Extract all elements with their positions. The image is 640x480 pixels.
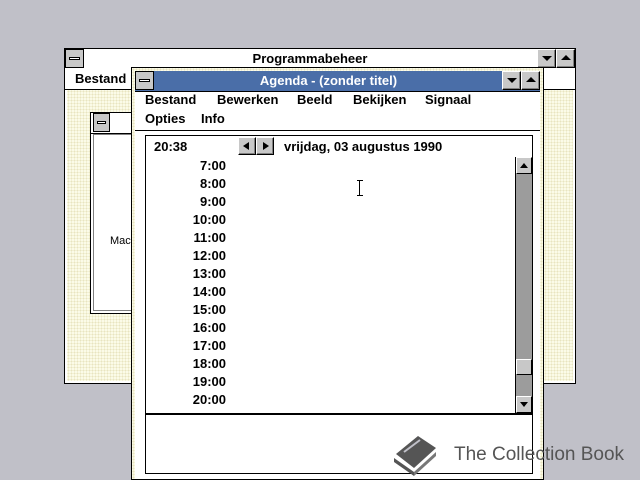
time-slot[interactable]: 10:00 <box>146 212 226 230</box>
agenda-window: Agenda - (zonder titel) Bestand Bewerken… <box>131 67 544 480</box>
scroll-track[interactable] <box>516 174 532 396</box>
minimize-button[interactable] <box>537 49 556 68</box>
menu-bekijken[interactable]: Bekijken <box>353 92 406 107</box>
scroll-down-button[interactable] <box>516 396 532 413</box>
time-slot[interactable]: 20:00 <box>146 392 226 410</box>
time-slot-list[interactable]: 7:00 8:00 9:00 10:00 11:00 12:00 13:00 14:00 15:… <box>146 157 512 413</box>
scroll-up-button[interactable] <box>516 157 532 174</box>
arrow-left-icon <box>243 142 249 150</box>
system-menu-button[interactable] <box>135 71 154 90</box>
ibeam-cursor-icon <box>357 180 363 196</box>
time-slot[interactable]: 12:00 <box>146 248 226 266</box>
time-slot[interactable]: 7:00 <box>146 158 226 176</box>
agenda-title: Agenda - (zonder titel) <box>259 73 398 88</box>
time-slot[interactable]: 16:00 <box>146 320 226 338</box>
menu-info[interactable]: Info <box>201 111 225 126</box>
scroll-thumb[interactable] <box>516 359 532 375</box>
menu-bestand[interactable]: Bestand <box>145 92 196 107</box>
time-slot[interactable]: 18:00 <box>146 356 226 374</box>
minimize-button[interactable] <box>502 71 521 90</box>
group-system-menu-button[interactable] <box>93 113 110 132</box>
maximize-button[interactable] <box>521 71 540 90</box>
previous-day-button[interactable] <box>238 137 256 155</box>
watermark-text: The Collection Book <box>454 444 625 465</box>
arrow-down-icon <box>520 402 528 407</box>
maximize-button[interactable] <box>556 49 575 68</box>
current-date: vrijdag, 03 augustus 1990 <box>284 139 443 154</box>
menu-bewerken[interactable]: Bewerken <box>217 92 278 107</box>
menu-beeld[interactable]: Beeld <box>297 92 332 107</box>
system-menu-button[interactable] <box>65 49 84 68</box>
agenda-menubar: Bestand Bewerken Beeld Bekijken Signaal … <box>135 92 540 131</box>
time-slot[interactable]: 8:00 <box>146 176 226 194</box>
date-bar: 20:38 vrijdag, 03 augustus 1990 <box>145 135 533 159</box>
time-slot[interactable]: 19:00 <box>146 374 226 392</box>
agenda-titlebar[interactable]: Agenda - (zonder titel) <box>135 71 540 92</box>
watermark: The Collection Book <box>388 432 628 476</box>
next-day-button[interactable] <box>256 137 274 155</box>
program-manager-title: Programmabeheer <box>252 51 368 66</box>
time-slot[interactable]: 9:00 <box>146 194 226 212</box>
time-slot[interactable]: 11:00 <box>146 230 226 248</box>
time-slot[interactable]: 13:00 <box>146 266 226 284</box>
program-icon-label[interactable]: Mac <box>110 235 131 247</box>
time-slot[interactable]: 15:00 <box>146 302 226 320</box>
time-slot[interactable]: 17:00 <box>146 338 226 356</box>
arrow-up-icon <box>520 163 528 168</box>
vertical-scrollbar[interactable] <box>515 157 532 413</box>
appointment-schedule[interactable]: 7:00 8:00 9:00 10:00 11:00 12:00 13:00 14:00 15:… <box>145 157 533 414</box>
current-time: 20:38 <box>154 139 188 154</box>
time-slot[interactable]: 14:00 <box>146 284 226 302</box>
menu-bestand[interactable]: Bestand <box>75 71 126 86</box>
menu-signaal[interactable]: Signaal <box>425 92 471 107</box>
agenda-client: 20:38 vrijdag, 03 augustus 1990 7:00 8:00… <box>135 131 540 479</box>
arrow-right-icon <box>263 142 269 150</box>
menu-opties[interactable]: Opties <box>145 111 185 126</box>
book-icon <box>394 436 436 476</box>
